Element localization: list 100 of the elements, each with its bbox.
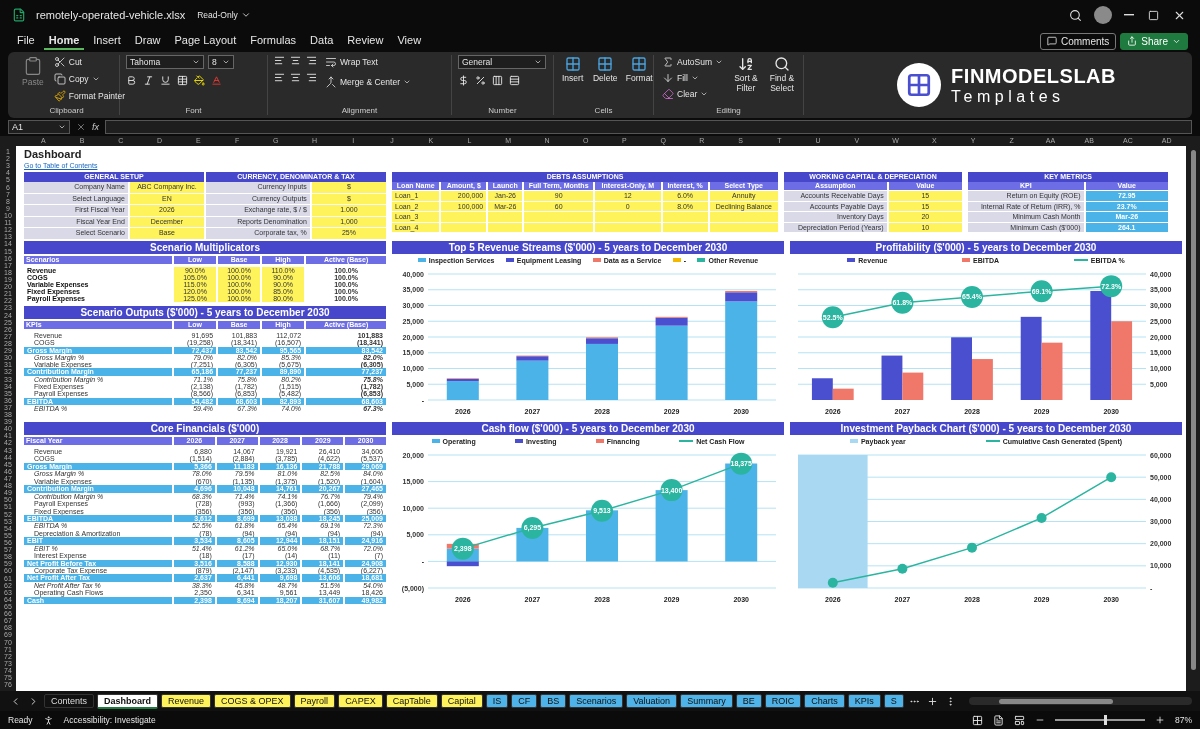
sheet-tab[interactable]: Capital	[440, 694, 483, 708]
sheet-tab[interactable]: Scenarios	[569, 694, 624, 708]
font-color-icon[interactable]	[211, 75, 222, 86]
borders-icon[interactable]	[177, 75, 188, 86]
chart-title: Investment Payback Chart ($'000) - 5 years to December 2030	[790, 422, 1182, 435]
group-label: Number	[488, 106, 517, 115]
sheet-tab[interactable]: Dashboard	[97, 693, 159, 709]
sheet-tab[interactable]: BS	[540, 694, 567, 708]
align-center-icon[interactable]	[290, 72, 301, 83]
section-title: Core Financials ($'000)	[24, 422, 386, 435]
cancel-icon	[76, 122, 86, 132]
sheet-tab[interactable]: Summary	[680, 694, 733, 708]
read-only-dropdown[interactable]: Read-Only	[195, 9, 253, 21]
search-icon	[774, 56, 790, 72]
sheet-tab[interactable]: Valuation	[626, 694, 678, 708]
user-avatar[interactable]	[1094, 6, 1112, 24]
menu-tab[interactable]: Formulas	[245, 32, 302, 50]
italic-icon[interactable]	[143, 75, 154, 86]
grid-icon	[564, 56, 581, 72]
sheet-tab[interactable]: ROIC	[764, 694, 802, 708]
section-title: Scenario Outputs ($'000) - 5 years to December 2030	[24, 306, 386, 319]
page-layout-view-icon[interactable]	[993, 714, 1004, 726]
menu-tab[interactable]: Data	[305, 32, 339, 50]
page-break-view-icon[interactable]	[1014, 714, 1025, 726]
find-select-button[interactable]: Find & Select	[767, 55, 797, 94]
data-marker	[451, 537, 474, 560]
bold-icon[interactable]	[126, 75, 137, 86]
align-left-icon[interactable]	[274, 72, 285, 83]
cut-button[interactable]: Cut	[51, 55, 127, 69]
data-marker	[1036, 512, 1047, 523]
font-size-field[interactable]: 8	[208, 55, 234, 69]
menu-tab[interactable]: Draw	[129, 32, 166, 50]
normal-view-icon[interactable]	[972, 714, 983, 726]
chart-title: Cash flow ($'000) - 5 years to December 2030	[392, 422, 784, 435]
sheet-tab[interactable]: CAPEX	[338, 694, 383, 708]
cells-button[interactable]: Delete	[591, 55, 620, 84]
sheet-tab[interactable]: S	[883, 694, 904, 708]
percent-icon[interactable]	[475, 75, 486, 86]
accessibility-status[interactable]: Accessibility: Investigate	[63, 715, 156, 725]
cells-button[interactable]: Format	[625, 55, 654, 84]
data-marker	[891, 291, 914, 314]
wrap-text-icon	[325, 56, 337, 68]
menu-tab[interactable]: Insert	[88, 32, 126, 50]
caret-icon	[91, 75, 100, 83]
sheet-tab[interactable]: IS	[485, 694, 509, 708]
share-button[interactable]: Share	[1120, 32, 1188, 50]
menu-tab[interactable]: Review	[342, 32, 389, 50]
sheet-tab[interactable]: Payroll	[293, 694, 336, 708]
align-top-icon[interactable]	[274, 55, 285, 66]
plus-icon	[926, 695, 938, 707]
sheet-tab[interactable]: KPIs	[847, 694, 881, 708]
sheet-tab[interactable]: CapTable	[385, 694, 438, 708]
wrap-text-button[interactable]: Wrap Text	[323, 55, 413, 69]
currency-icon[interactable]	[458, 75, 469, 86]
align-right-icon[interactable]	[306, 72, 317, 83]
caret-icon	[222, 58, 230, 66]
paste-button[interactable]: Paste	[20, 55, 46, 88]
fill-button[interactable]: Fill	[660, 71, 725, 85]
chart-title: Top 5 Revenue Streams ($'000) - 5 years to December 2030	[392, 241, 784, 254]
sheet-tab[interactable]: Revenue	[161, 694, 212, 708]
data-marker	[897, 563, 908, 574]
cells-button[interactable]: Insert	[560, 55, 586, 84]
vertical-scrollbar[interactable]	[1190, 150, 1196, 670]
sheet-tab[interactable]: BE	[735, 694, 762, 708]
copy-button[interactable]: Copy	[51, 72, 127, 86]
caret-icon	[403, 78, 411, 86]
zoom-thumb[interactable]	[1104, 715, 1108, 725]
sort-filter-button[interactable]: Sort & Filter	[730, 55, 761, 94]
number-format-field[interactable]: General	[458, 55, 546, 69]
file-name: remotely-operated-vehicle.xlsx	[36, 9, 186, 21]
sheet-tab[interactable]: Contents	[44, 694, 95, 708]
align-middle-icon[interactable]	[290, 55, 301, 66]
formula-field[interactable]	[105, 120, 1192, 134]
sheet-tab[interactable]: CF	[511, 694, 538, 708]
table-cell	[488, 212, 523, 222]
comments-button[interactable]: Comments	[1039, 32, 1117, 50]
group-label: Editing	[716, 106, 741, 115]
menu-tab[interactable]: View	[392, 32, 427, 50]
comment-icon	[1046, 36, 1057, 46]
spreadsheet-icon	[12, 8, 26, 22]
zoom-in-icon[interactable]	[1155, 715, 1165, 725]
insert-function-button[interactable]: fx	[92, 122, 99, 132]
autosum-button[interactable]: AutoSum	[660, 55, 725, 69]
menu-tab[interactable]: Page Layout	[169, 32, 242, 50]
name-box[interactable]: A1	[8, 120, 70, 134]
sheet-tab[interactable]: Charts	[804, 694, 845, 708]
horizontal-scrollbar[interactable]	[998, 698, 1113, 704]
menu-tab[interactable]: File	[12, 32, 40, 50]
format-painter-button[interactable]: Format Painter	[51, 89, 127, 103]
sheet-tab[interactable]: COGS & OPEX	[214, 694, 291, 708]
underline-icon[interactable]	[160, 75, 171, 86]
fill-color-icon[interactable]	[194, 75, 205, 86]
clear-button[interactable]: Clear	[660, 87, 725, 101]
data-marker	[1030, 280, 1053, 303]
merge-center-button[interactable]: Merge & Center	[323, 75, 413, 89]
menu-tab[interactable]: Home	[43, 32, 85, 50]
table-cell	[709, 222, 778, 232]
font-name-field[interactable]: Tahoma	[126, 55, 204, 69]
caret-icon	[58, 123, 66, 131]
align-bottom-icon[interactable]	[306, 55, 317, 66]
